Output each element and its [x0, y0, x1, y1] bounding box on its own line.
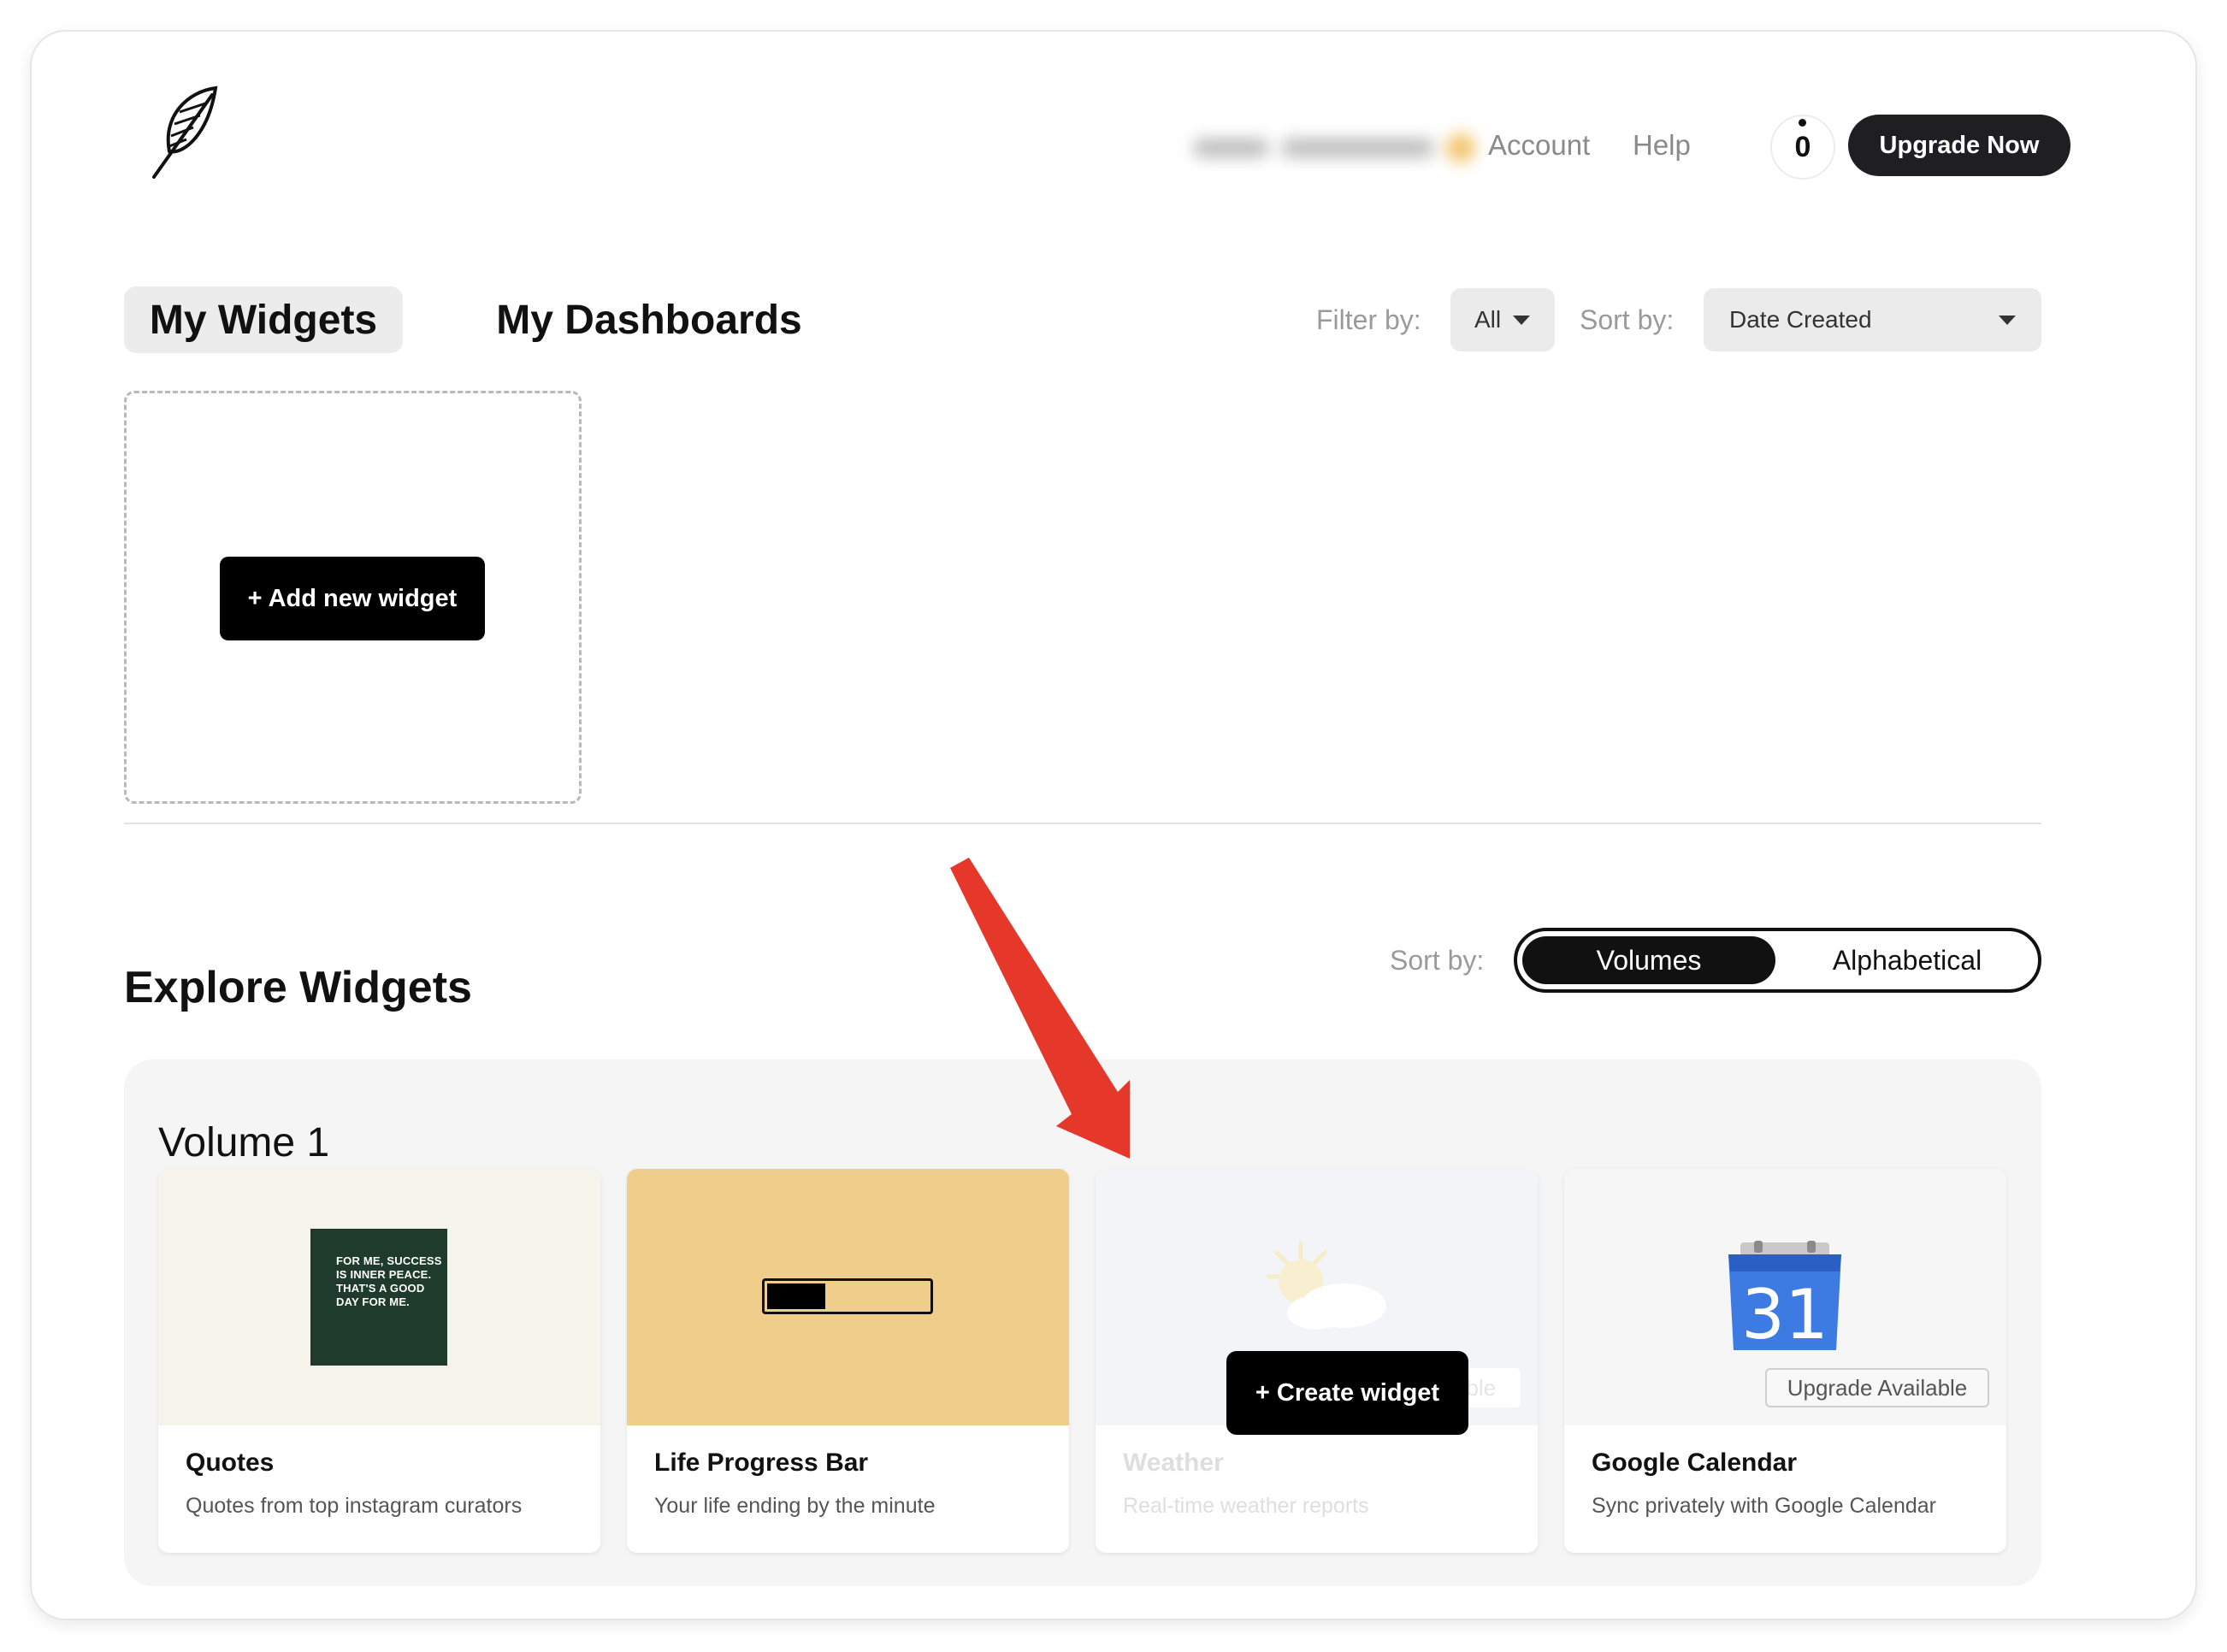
- card-preview: [627, 1169, 1069, 1425]
- card-description: Sync privately with Google Calendar: [1592, 1494, 1936, 1518]
- user-email-blurred: [1193, 131, 1475, 165]
- widget-card-google-calendar[interactable]: 31 Upgrade Available Google Calendar Syn…: [1564, 1169, 2006, 1553]
- card-title: Google Calendar: [1592, 1448, 1798, 1477]
- tab-my-dashboards[interactable]: My Dashboards: [478, 286, 820, 353]
- upgrade-now-button[interactable]: Upgrade Now: [1848, 115, 2070, 176]
- tab-my-widgets[interactable]: My Widgets: [124, 286, 403, 353]
- sort-option-alphabetical[interactable]: Alphabetical: [1781, 936, 2034, 984]
- create-widget-button[interactable]: + Create widget: [1226, 1351, 1468, 1435]
- card-description: Real-time weather reports: [1123, 1494, 1369, 1518]
- progress-fill: [767, 1283, 825, 1309]
- credits-count: 0: [1794, 130, 1811, 163]
- explore-sort-label: Sort by:: [1390, 945, 1485, 976]
- section-divider: [124, 823, 2041, 824]
- upgrade-available-badge[interactable]: Upgrade Available: [1765, 1368, 1989, 1407]
- sort-value: Date Created: [1729, 306, 1872, 333]
- card-title: Weather: [1123, 1448, 1224, 1477]
- chevron-down-icon: [1513, 315, 1531, 325]
- notification-dot: [1799, 119, 1806, 127]
- card-title: Quotes: [186, 1448, 275, 1477]
- calendar-day-number: 31: [1741, 1275, 1828, 1352]
- account-link[interactable]: Account: [1488, 128, 1590, 162]
- chevron-down-icon: [1999, 316, 2016, 325]
- filter-select[interactable]: All: [1450, 288, 1555, 351]
- sort-option-volumes[interactable]: Volumes: [1522, 936, 1775, 984]
- help-link[interactable]: Help: [1633, 128, 1691, 162]
- sort-by-label: Sort by:: [1580, 304, 1675, 335]
- credits-counter[interactable]: 0: [1770, 115, 1835, 180]
- card-description: Your life ending by the minute: [654, 1494, 936, 1518]
- annotation-arrow-icon: [950, 858, 1130, 1159]
- add-new-widget-button[interactable]: + Add new widget: [220, 557, 485, 640]
- widget-card-life-progress[interactable]: Life Progress Bar Your life ending by th…: [627, 1169, 1069, 1553]
- feather-logo-icon[interactable]: [137, 81, 231, 184]
- filter-value: All: [1474, 306, 1502, 333]
- volume-title: Volume 1: [158, 1120, 330, 1165]
- card-description: Quotes from top instagram curators: [186, 1494, 523, 1518]
- card-title: Life Progress Bar: [654, 1448, 869, 1477]
- quote-preview-image: FOR ME, SUCCESS IS INNER PEACE. THAT'S A…: [310, 1229, 447, 1366]
- weather-sun-cloud-icon: [1266, 1242, 1386, 1330]
- card-preview: FOR ME, SUCCESS IS INNER PEACE. THAT'S A…: [158, 1169, 600, 1425]
- explore-sort-toggle: Volumes Alphabetical: [1514, 928, 2041, 993]
- google-calendar-icon: 31: [1728, 1241, 1841, 1352]
- sort-select[interactable]: Date Created: [1704, 288, 2041, 351]
- app-window: Account Help 0 Upgrade Now My Widgets My…: [32, 32, 2195, 1619]
- card-preview: 31 Upgrade Available: [1564, 1169, 2006, 1425]
- explore-widgets-title: Explore Widgets: [124, 963, 472, 1012]
- filter-by-label: Filter by:: [1316, 304, 1421, 335]
- progress-bar-preview: [762, 1278, 933, 1314]
- widget-card-quotes[interactable]: FOR ME, SUCCESS IS INNER PEACE. THAT'S A…: [158, 1169, 600, 1553]
